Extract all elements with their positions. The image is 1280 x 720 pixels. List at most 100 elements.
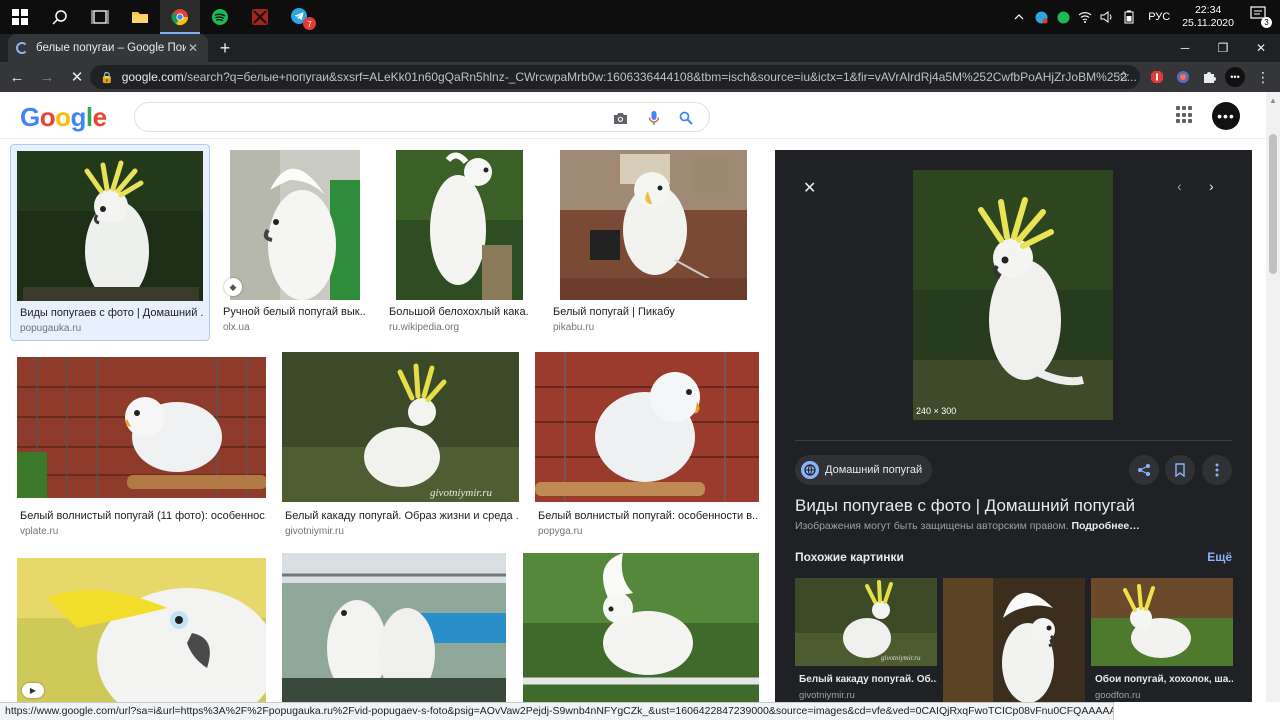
bookmark-star-icon[interactable]: ☆ xyxy=(1117,68,1130,85)
stop-loading-icon[interactable]: ✕ xyxy=(64,64,90,90)
file-explorer-icon[interactable] xyxy=(120,0,160,34)
related-source[interactable]: goodfon.ru xyxy=(1095,690,1140,701)
preview-title[interactable]: Виды попугаев с фото | Домашний попугай xyxy=(795,496,1135,516)
source-site-name: Домашний попугай xyxy=(825,464,923,476)
adblock-extension-icon[interactable] xyxy=(1146,66,1168,88)
result-source[interactable]: vplate.ru xyxy=(20,526,58,537)
windows-start-icon[interactable] xyxy=(0,0,40,34)
result-caption[interactable]: Ручной белый попугай вык... xyxy=(223,306,365,318)
minimize-icon[interactable]: ─ xyxy=(1166,34,1204,62)
result-thumbnail[interactable] xyxy=(230,150,360,300)
image-result-card[interactable]: Большой белохохлый кака... ru.wikipedia.… xyxy=(384,144,530,341)
result-caption[interactable]: Виды попугаев с фото | Домашний ... xyxy=(20,307,204,319)
result-source[interactable]: popugauka.ru xyxy=(20,323,81,334)
result-thumbnail[interactable] xyxy=(17,357,266,498)
image-result-card[interactable]: Белый волнистый попугай: особенности в..… xyxy=(532,350,762,546)
chevron-up-icon[interactable] xyxy=(1012,10,1026,24)
image-result-card[interactable]: ◆ Ручной белый попугай вык... olx.ua xyxy=(218,144,370,341)
profile-avatar-icon[interactable]: ••• xyxy=(1224,66,1246,88)
globe-icon xyxy=(801,461,819,479)
image-result-card[interactable]: Белый волнистый попугай (11 фото): особе… xyxy=(12,350,268,546)
task-view-icon[interactable] xyxy=(80,0,120,34)
result-caption[interactable]: Белый волнистый попугай (11 фото): особе… xyxy=(20,510,266,522)
result-source[interactable]: ru.wikipedia.org xyxy=(389,322,459,333)
result-thumbnail[interactable] xyxy=(17,558,266,702)
scroll-up-icon[interactable]: ▲ xyxy=(1269,96,1277,105)
result-caption[interactable]: Белый попугай | Пикабу xyxy=(553,306,753,318)
scrollbar-thumb[interactable] xyxy=(1269,134,1277,274)
related-thumbnail[interactable]: givotniymir.ru xyxy=(795,578,937,666)
image-result-card[interactable] xyxy=(278,553,510,702)
result-thumbnail[interactable] xyxy=(282,553,506,702)
preview-image[interactable] xyxy=(913,170,1113,420)
source-site-chip[interactable]: Домашний попугай xyxy=(795,455,933,485)
more-options-icon[interactable] xyxy=(1202,455,1232,485)
taskbar-search-icon[interactable] xyxy=(40,0,80,34)
google-apps-icon[interactable] xyxy=(1176,106,1194,124)
maximize-icon[interactable]: ❐ xyxy=(1204,34,1242,62)
tab-title: белые попугаи – Google Поиск xyxy=(36,42,186,54)
result-source[interactable]: pikabu.ru xyxy=(553,322,594,333)
result-thumbnail[interactable] xyxy=(535,352,759,502)
spotify-icon[interactable] xyxy=(200,0,240,34)
clock[interactable]: 22:34 25.11.2020 xyxy=(1182,4,1234,30)
search-icon[interactable] xyxy=(677,109,695,127)
related-thumbnail[interactable] xyxy=(1091,578,1233,666)
extensions-puzzle-icon[interactable] xyxy=(1198,66,1220,88)
tab-close-icon[interactable]: ✕ xyxy=(186,41,200,55)
close-panel-icon[interactable]: ✕ xyxy=(803,178,816,198)
volume-icon[interactable] xyxy=(1100,10,1114,24)
image-result-card[interactable] xyxy=(520,553,762,702)
result-caption[interactable]: Белый волнистый попугай: особенности в..… xyxy=(538,510,758,522)
address-bar[interactable]: 🔒 google.com/search?q=белые+попугаи&sxsr… xyxy=(90,65,1140,89)
new-tab-icon[interactable]: + xyxy=(214,37,236,59)
dota-icon[interactable] xyxy=(240,0,280,34)
battery-icon[interactable] xyxy=(1122,10,1136,24)
result-thumbnail[interactable] xyxy=(560,150,747,300)
chrome-icon[interactable] xyxy=(160,0,200,34)
share-icon[interactable] xyxy=(1129,455,1159,485)
image-result-card[interactable]: givotniymir.ru Белый какаду попугай. Обр… xyxy=(278,350,523,546)
search-input[interactable] xyxy=(149,109,599,127)
result-thumbnail[interactable]: givotniymir.ru xyxy=(282,352,519,502)
image-result-card[interactable]: Виды попугаев с фото | Домашний ... popu… xyxy=(10,144,210,341)
microphone-icon[interactable] xyxy=(645,109,663,127)
notification-center-icon[interactable]: 3 xyxy=(1250,6,1272,28)
related-thumbnail[interactable] xyxy=(943,578,1085,702)
result-source[interactable]: popyga.ru xyxy=(538,526,582,537)
page-scrollbar[interactable]: ▲ xyxy=(1266,92,1280,702)
vpn-extension-icon[interactable] xyxy=(1172,66,1194,88)
image-result-card[interactable]: Белый попугай | Пикабу pikabu.ru xyxy=(548,144,760,341)
learn-more-link[interactable]: Подробнее… xyxy=(1071,520,1139,532)
language-indicator[interactable]: РУС xyxy=(1148,11,1170,23)
result-thumbnail[interactable] xyxy=(17,151,203,301)
result-thumbnail[interactable] xyxy=(396,150,523,300)
back-arrow-icon[interactable]: ← xyxy=(4,64,30,90)
forward-arrow-icon[interactable]: → xyxy=(34,64,60,90)
result-source[interactable]: olx.ua xyxy=(223,322,250,333)
image-result-card[interactable]: ▶ xyxy=(12,555,268,702)
related-caption[interactable]: Обои попугай, хохолок, ша... xyxy=(1095,674,1233,685)
result-thumbnail[interactable] xyxy=(523,553,759,702)
telegram-icon[interactable]: 7 xyxy=(280,0,320,34)
chrome-menu-icon[interactable]: ⋮ xyxy=(1252,66,1274,88)
result-source[interactable]: givotniymir.ru xyxy=(285,526,344,537)
previous-image-icon[interactable]: ‹ xyxy=(1177,178,1182,194)
related-caption[interactable]: Белый какаду попугай. Об... xyxy=(799,674,937,685)
google-header: Google ••• xyxy=(0,92,1266,139)
google-logo[interactable]: Google xyxy=(20,102,107,133)
save-bookmark-icon[interactable] xyxy=(1165,455,1195,485)
wifi-icon[interactable] xyxy=(1078,10,1092,24)
result-caption[interactable]: Белый какаду попугай. Образ жизни и сред… xyxy=(285,510,519,522)
result-caption[interactable]: Большой белохохлый кака... xyxy=(389,306,529,318)
more-similar-link[interactable]: Ещё xyxy=(1207,550,1232,564)
related-source[interactable]: givotniymir.ru xyxy=(799,690,855,701)
browser-tab-active[interactable]: белые попугаи – Google Поиск ✕ xyxy=(8,34,208,62)
spotify-tray-icon[interactable] xyxy=(1056,10,1070,24)
telegram-tray-icon[interactable] xyxy=(1034,10,1048,24)
account-avatar[interactable]: ••• xyxy=(1212,102,1240,130)
play-video-icon[interactable]: ▶ xyxy=(22,683,44,698)
window-close-icon[interactable]: ✕ xyxy=(1242,34,1280,62)
camera-icon[interactable] xyxy=(611,109,629,127)
next-image-icon[interactable]: › xyxy=(1209,178,1214,194)
